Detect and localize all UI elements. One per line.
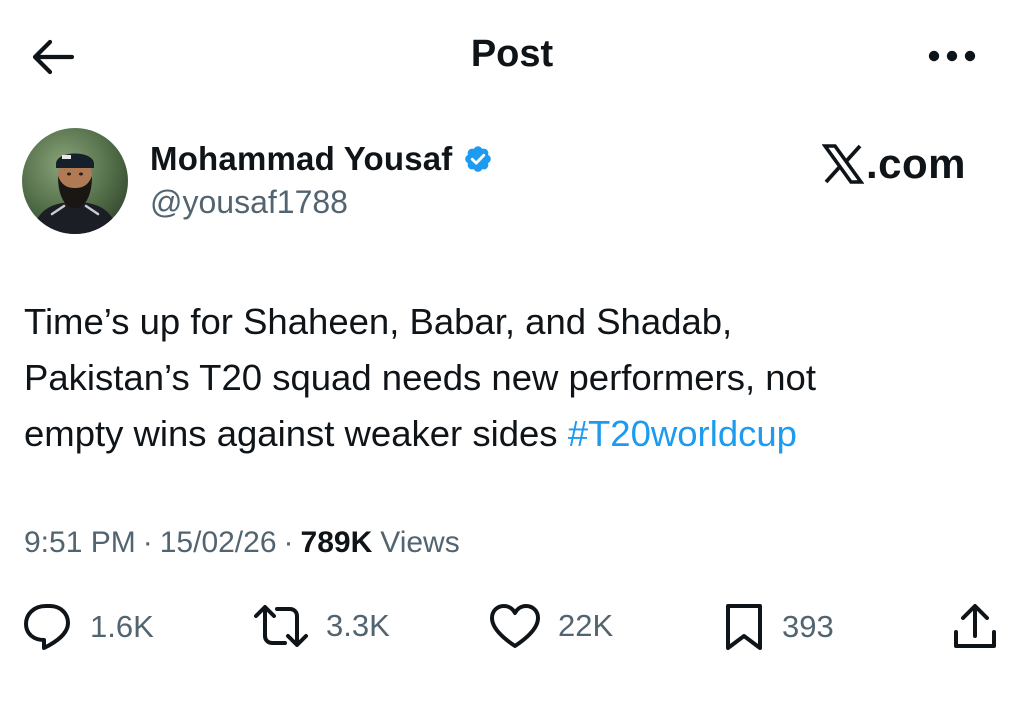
back-button[interactable]	[26, 34, 78, 80]
views-label[interactable]: Views	[380, 526, 459, 560]
bookmark-button[interactable]: 393	[722, 602, 834, 652]
like-count: 22K	[558, 608, 614, 643]
meta-separator: ·	[142, 526, 153, 559]
tweet-line-2: Pakistan’s T20 squad needs new performer…	[24, 357, 816, 398]
like-button[interactable]: 22K	[488, 602, 613, 650]
avatar-image	[22, 128, 128, 234]
views-count[interactable]: 789K	[301, 526, 373, 560]
arrow-left-icon	[32, 39, 74, 75]
avatar[interactable]	[22, 128, 128, 234]
page-title: Post	[470, 33, 554, 75]
display-name-link[interactable]: Mohammad Yousaf	[150, 140, 493, 178]
top-bar: Post	[0, 0, 1024, 115]
tweet-line-1: Time’s up for Shaheen, Babar, and Shadab…	[24, 301, 733, 342]
tweet-date[interactable]: 15/02/26	[160, 526, 277, 560]
reply-count: 1.6K	[90, 609, 154, 644]
tweet-text: Time’s up for Shaheen, Babar, and Shadab…	[24, 294, 994, 462]
x-logo-icon	[822, 144, 864, 184]
display-name: Mohammad Yousaf	[150, 140, 453, 177]
reply-button[interactable]: 1.6K	[22, 602, 154, 652]
heart-icon	[490, 604, 540, 648]
tweet-line-3-text: empty wins against weaker sides	[24, 413, 558, 454]
author-header: Mohammad Yousaf @yousaf1788 .com	[22, 128, 1002, 238]
share-button[interactable]	[952, 602, 998, 652]
bookmark-icon	[726, 604, 762, 650]
repost-icon	[254, 605, 308, 647]
action-bar: 1.6K 3.3K 22K 393	[0, 596, 1024, 666]
watermark-suffix: .com	[866, 140, 967, 187]
tweet-line-3: empty wins against weaker sides #T20worl…	[24, 406, 994, 462]
repost-count: 3.3K	[326, 608, 390, 643]
share-icon	[954, 604, 996, 648]
x-com-watermark: .com	[822, 140, 966, 188]
more-options-button[interactable]	[922, 38, 982, 74]
reply-icon	[24, 604, 70, 650]
hashtag-link[interactable]: #T20worldcup	[568, 413, 797, 454]
tweet-time[interactable]: 9:51 PM	[24, 526, 136, 560]
user-handle[interactable]: @yousaf1788	[150, 184, 348, 221]
tweet-metadata: 9:51 PM · 15/02/26 · 789K Views	[24, 526, 460, 560]
meta-separator: ·	[283, 526, 294, 559]
bookmark-count: 393	[782, 609, 834, 644]
repost-button[interactable]: 3.3K	[252, 602, 390, 650]
verified-badge-icon	[464, 146, 491, 172]
more-horizontal-icon	[928, 50, 976, 62]
